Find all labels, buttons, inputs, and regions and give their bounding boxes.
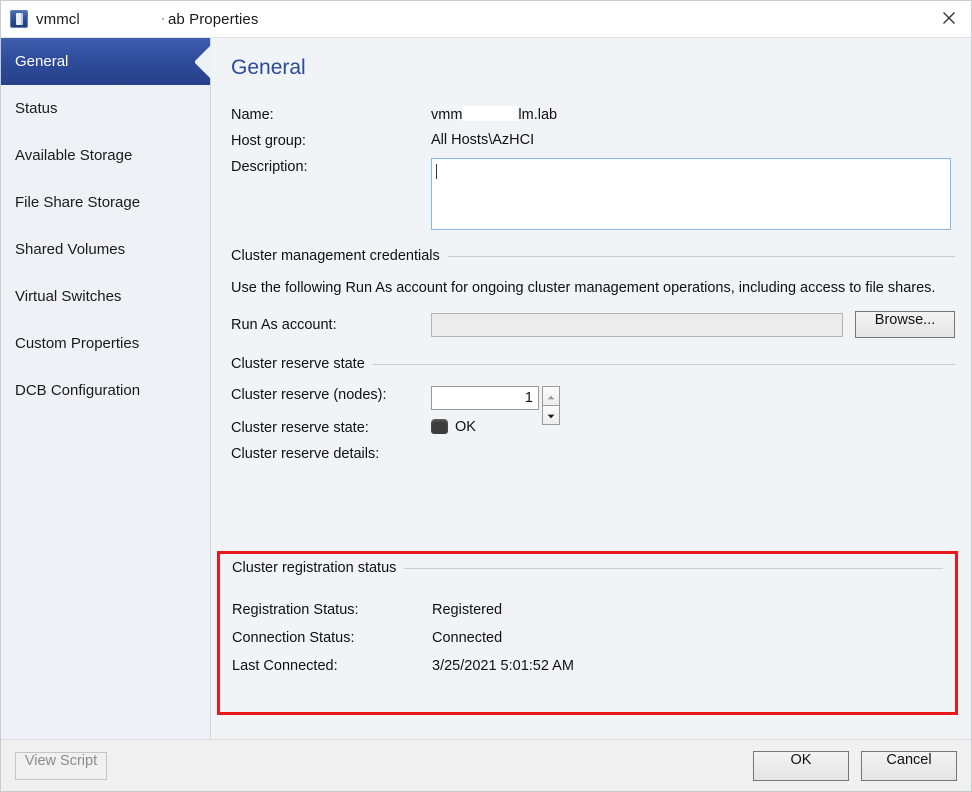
cluster-reserve-state-value-wrap: OK — [431, 419, 476, 435]
cluster-reserve-state-label: Cluster reserve state: — [231, 419, 431, 436]
host-group-row: Host group: All Hosts\AzHCI — [231, 132, 955, 149]
group-header: Cluster reserve state — [231, 356, 955, 372]
cluster-reserve-state-value: OK — [455, 419, 476, 435]
close-icon — [942, 11, 956, 25]
group-title: Cluster management credentials — [231, 248, 440, 264]
runas-input[interactable] — [431, 313, 843, 337]
sidebar-item-label: Shared Volumes — [15, 241, 125, 258]
sidebar-item-virtual-switches[interactable]: Virtual Switches — [1, 273, 210, 320]
sidebar-item-status[interactable]: Status — [1, 85, 210, 132]
group-body: Cluster reserve (nodes): 1 — [231, 376, 955, 462]
description-row: Description: — [231, 158, 955, 230]
cluster-reserve-state-row: Cluster reserve state: OK — [231, 419, 955, 436]
cluster-management-credentials-group: Cluster management credentials Use the f… — [231, 248, 955, 338]
host-group-value: All Hosts\AzHCI — [431, 132, 534, 148]
sidebar: General Status Available Storage File Sh… — [1, 38, 211, 739]
selection-notch-icon — [195, 38, 211, 85]
sidebar-item-label: General — [15, 53, 68, 70]
name-value: vmm lm.lab — [431, 106, 557, 123]
chevron-up-icon — [547, 387, 555, 405]
name-value-suffix: lm.lab — [518, 107, 557, 123]
sidebar-item-custom-properties[interactable]: Custom Properties — [1, 320, 210, 367]
name-redaction — [462, 106, 518, 121]
sidebar-item-label: File Share Storage — [15, 194, 140, 211]
registration-rows: Registration Status: Registered Connecti… — [232, 576, 943, 674]
dialog-body: General Status Available Storage File Sh… — [1, 37, 971, 739]
cluster-registration-status-group: Cluster registration status Registration… — [217, 551, 958, 715]
properties-dialog: vmmcl ·ab Properties General Status Avail… — [0, 0, 972, 792]
last-connected-label: Last Connected: — [232, 658, 432, 674]
last-connected-value: 3/25/2021 5:01:52 AM — [432, 658, 574, 674]
cluster-reserve-details-label: Cluster reserve details: — [231, 445, 431, 462]
status-ok-icon — [431, 419, 448, 434]
dialog-footer: View Script OK Cancel — [1, 739, 971, 791]
cluster-reserve-state-group: Cluster reserve state Cluster reserve (n… — [231, 356, 955, 462]
group-title: Cluster reserve state — [231, 356, 365, 372]
sidebar-item-dcb-configuration[interactable]: DCB Configuration — [1, 367, 210, 414]
credentials-help-text: Use the following Run As account for ong… — [231, 278, 943, 299]
cluster-reserve-nodes-stepper[interactable]: 1 — [431, 386, 560, 410]
runas-row: Run As account: Browse... — [231, 311, 955, 338]
group-header: Cluster registration status — [232, 560, 943, 576]
title-bar: vmmcl ·ab Properties — [1, 1, 971, 37]
cluster-reserve-nodes-input[interactable]: 1 — [431, 386, 539, 410]
name-label: Name: — [231, 106, 431, 123]
sidebar-item-general[interactable]: General — [1, 38, 210, 85]
cluster-reserve-details-row: Cluster reserve details: — [231, 445, 955, 462]
connection-status-value: Connected — [432, 630, 502, 646]
close-button[interactable] — [927, 1, 971, 35]
window-title: vmmcl ·ab Properties — [36, 11, 258, 28]
description-input[interactable] — [431, 158, 951, 230]
page-title: General — [231, 56, 955, 80]
name-value-prefix: vmm — [431, 107, 462, 123]
sidebar-item-label: Custom Properties — [15, 335, 139, 352]
sidebar-item-label: Status — [15, 100, 58, 117]
chevron-down-icon — [547, 406, 555, 424]
group-header: Cluster management credentials — [231, 248, 955, 264]
cancel-button[interactable]: Cancel — [861, 751, 957, 781]
stepper-buttons — [542, 386, 560, 410]
sidebar-item-file-share-storage[interactable]: File Share Storage — [1, 179, 210, 226]
runas-label: Run As account: — [231, 316, 431, 333]
description-label: Description: — [231, 158, 431, 175]
registration-status-label: Registration Status: — [232, 602, 432, 618]
cluster-icon — [10, 10, 28, 28]
stepper-up-button[interactable] — [542, 386, 560, 406]
host-group-label: Host group: — [231, 132, 431, 149]
group-divider — [448, 256, 955, 257]
group-title: Cluster registration status — [232, 560, 396, 576]
sidebar-item-available-storage[interactable]: Available Storage — [1, 132, 210, 179]
content-pane: General Name: vmm lm.lab Host group: All … — [211, 38, 971, 739]
connection-status-row: Connection Status: Connected — [232, 630, 943, 646]
name-row: Name: vmm lm.lab — [231, 106, 955, 123]
window-title-app: vmmcl — [36, 11, 80, 28]
cluster-reserve-nodes-row: Cluster reserve (nodes): 1 — [231, 386, 955, 410]
sidebar-item-label: Virtual Switches — [15, 288, 121, 305]
text-caret — [436, 164, 437, 179]
ok-button[interactable]: OK — [753, 751, 849, 781]
last-connected-row: Last Connected: 3/25/2021 5:01:52 AM — [232, 658, 943, 674]
stepper-down-button[interactable] — [542, 406, 560, 425]
group-body: Use the following Run As account for ong… — [231, 268, 955, 338]
registration-status-row: Registration Status: Registered — [232, 602, 943, 618]
sidebar-item-label: Available Storage — [15, 147, 132, 164]
group-divider — [373, 364, 955, 365]
sidebar-item-shared-volumes[interactable]: Shared Volumes — [1, 226, 210, 273]
registration-status-value: Registered — [432, 602, 502, 618]
cluster-reserve-nodes-label: Cluster reserve (nodes): — [231, 386, 431, 403]
connection-status-label: Connection Status: — [232, 630, 432, 646]
view-script-button[interactable]: View Script — [15, 752, 107, 780]
sidebar-item-label: DCB Configuration — [15, 382, 140, 399]
window-title-separator: · — [158, 11, 168, 25]
window-title-suffix: ab Properties — [168, 11, 259, 28]
browse-button[interactable]: Browse... — [855, 311, 955, 338]
group-divider — [404, 568, 943, 569]
